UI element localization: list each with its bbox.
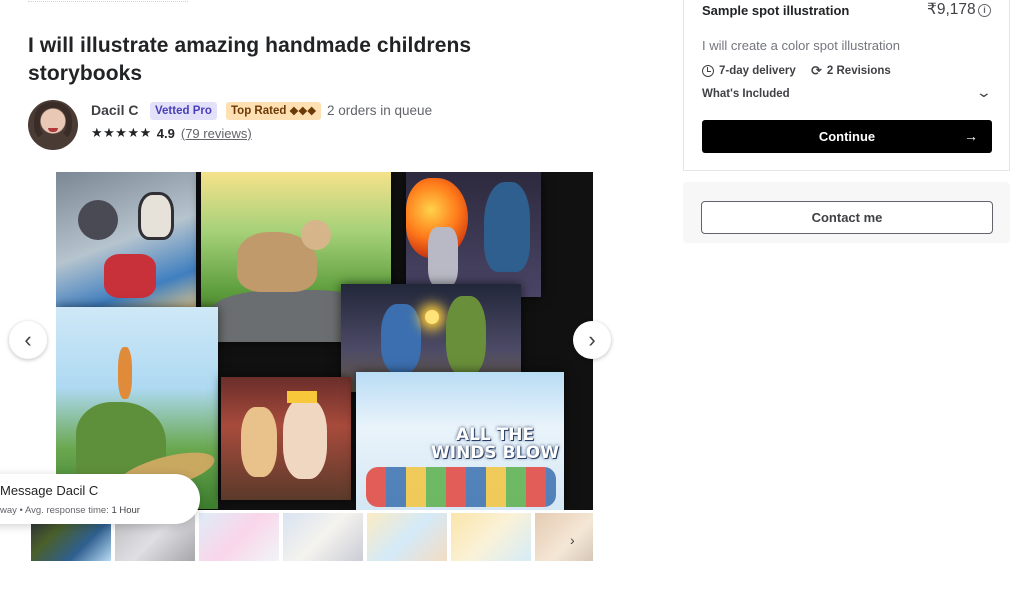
arrow-right-icon: → [964,128,978,144]
thumbnail[interactable] [535,513,593,561]
response-time: way • Avg. response time: 1 Hour [0,505,140,516]
gig-title: I will illustrate amazing handmade child… [28,34,472,85]
chevron-down-icon[interactable]: ⌄ [976,84,992,101]
illustration-royals [221,377,351,500]
reviews-link[interactable]: (79 reviews) [181,126,252,141]
separator-dot: • [19,505,23,516]
orders-in-queue: 2 orders in queue [327,103,433,118]
package-card: Sample spot illustration ₹9,178 i I will… [683,0,1010,171]
message-seller-bubble[interactable]: Message Dacil C way • Avg. response time… [0,474,200,524]
message-seller-label: Message Dacil C [0,483,99,498]
package-name: Sample spot illustration [702,3,850,18]
book-cover-title: ALL THE WINDS BLOW [431,425,559,463]
vetted-pro-badge: Vetted Pro [150,102,217,120]
gig-gallery: ALL THE WINDS BLOW [28,172,593,510]
gallery-main-image[interactable]: ALL THE WINDS BLOW [56,172,593,510]
illustration-dragon [406,172,541,297]
chevron-right-icon: › [588,327,596,352]
revisions-count: ⟳ 2 Revisions [811,63,891,78]
illustration-cats [56,172,196,307]
response-time-value: 1 Hour [111,505,140,516]
delivery-time: 7-day delivery [702,65,796,77]
gallery-next-button[interactable]: › [573,321,611,359]
gallery-prev-button[interactable]: ‹ [9,321,47,359]
top-rated-badge: Top Rated ◆◆◆ [226,102,322,120]
response-time-label: Avg. response time: [25,505,109,516]
thumbnail[interactable] [451,513,531,561]
continue-label: Continue [818,129,876,144]
rating-summary: ★★★★★ 4.9 (79 reviews) [91,125,252,141]
thumbnail[interactable] [367,513,447,561]
clock-icon [702,65,714,77]
illustration-book-cover: ALL THE WINDS BLOW [356,372,564,510]
thumbnail[interactable] [199,513,279,561]
package-price: ₹9,178 [927,1,976,18]
seller-name[interactable]: Dacil C [91,102,138,118]
package-description: I will create a color spot illustration [702,38,900,53]
seller-overview: Dacil C Vetted Pro Top Rated ◆◆◆ 2 order… [28,100,588,154]
info-icon[interactable]: i [978,4,991,17]
breadcrumb [28,0,188,2]
delivery-label: 7-day delivery [719,65,796,77]
refresh-icon: ⟳ [811,63,822,78]
rating-score: 4.9 [156,125,175,141]
star-rating-icons: ★★★★★ [91,125,152,140]
continue-button[interactable]: Continue → [702,120,992,153]
thumbnail[interactable] [283,513,363,561]
thumbnails-next-icon[interactable]: › [570,532,575,548]
revisions-label: 2 Revisions [826,65,891,77]
away-status: way [0,505,17,516]
seller-avatar[interactable] [28,100,78,150]
contact-me-button[interactable]: Contact me [701,201,993,234]
contact-card: Contact me [683,182,1010,243]
chevron-left-icon: ‹ [24,327,32,352]
whats-included-toggle[interactable]: What's Included [702,88,790,100]
